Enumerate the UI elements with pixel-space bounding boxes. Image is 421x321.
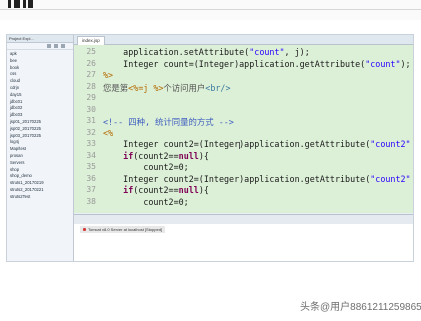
project-item[interactable]: Map/test bbox=[10, 146, 73, 153]
view-menu-icon[interactable] bbox=[61, 44, 65, 48]
project-list: apk bee book css cloud cdrjn day15 jdbc01 jdbc02… bbox=[7, 50, 73, 201]
code-line: <% bbox=[103, 128, 113, 138]
code-token: 个访问用户 bbox=[163, 82, 206, 93]
line-number: 35 bbox=[86, 162, 96, 171]
code-token: (count2== bbox=[133, 150, 179, 161]
project-item[interactable]: day15 bbox=[10, 92, 73, 99]
watermark-text: 头条@用户8861211259865 bbox=[300, 302, 421, 313]
line-number: 32 bbox=[86, 127, 96, 137]
code-token: ); bbox=[400, 58, 411, 69]
collapse-all-icon[interactable] bbox=[47, 44, 51, 48]
code-token: <% bbox=[103, 127, 114, 138]
code-token: <br/> bbox=[205, 82, 231, 93]
project-item[interactable]: shop_demo bbox=[10, 173, 73, 180]
code-line: Integer count=(Integer)application.getAt… bbox=[103, 58, 411, 69]
code-line: if(count2==null){ bbox=[103, 151, 209, 161]
line-number: 38 bbox=[86, 196, 96, 206]
line-number: 28 bbox=[86, 81, 96, 91]
code-line: <!-- 四种, 统计同量的方式 --> bbox=[103, 116, 234, 128]
project-item[interactable]: book bbox=[10, 65, 73, 72]
code-token: count2=0; bbox=[103, 196, 189, 207]
code-token: "count" bbox=[365, 58, 401, 69]
code-line: application.setAttribute("count", j); bbox=[103, 47, 310, 57]
line-number: 30 bbox=[86, 104, 96, 114]
project-item[interactable]: cloud bbox=[10, 78, 73, 85]
line-number: 25 bbox=[86, 47, 96, 56]
code-line: count2=0; bbox=[103, 162, 189, 172]
code-line: if(count2==null){ bbox=[103, 185, 209, 195]
code-editor[interactable]: 25 application.setAttribute("count", j);… bbox=[74, 45, 413, 213]
code-token: (count2== bbox=[133, 185, 179, 195]
code-token: Integer count=(Integer)application.getAt… bbox=[103, 58, 366, 69]
code-token: Integer count2=(Integer)application.getA… bbox=[103, 139, 371, 149]
server-row[interactable]: Tomcat v8.0 Server at localhost [Stopped… bbox=[80, 226, 166, 233]
code-token: "count2" bbox=[370, 139, 411, 149]
server-row-label: Tomcat v8.0 Server at localhost [Stopped… bbox=[88, 227, 163, 232]
project-item[interactable]: jdbc02 bbox=[10, 105, 73, 112]
project-item[interactable]: bee bbox=[10, 58, 73, 65]
code-line: Integer count2=(Integer)application.getA… bbox=[103, 173, 411, 184]
cropped-heading-fragment bbox=[8, 0, 34, 9]
project-item[interactable]: log4j bbox=[10, 139, 73, 146]
line-number: 34 bbox=[86, 150, 96, 160]
code-token: count2=0; bbox=[103, 162, 189, 172]
project-item[interactable]: struts2_20170221 bbox=[10, 187, 73, 194]
browser-top-strip bbox=[0, 0, 421, 20]
project-item[interactable]: jsp01_20170225 bbox=[10, 119, 73, 126]
editor-tab-index-jsp[interactable]: index.jsp bbox=[77, 36, 105, 45]
code-token: ){ bbox=[198, 150, 209, 161]
project-item[interactable]: jsp03_20170225 bbox=[10, 133, 73, 140]
code-line: Integer count2=(Integer)application.getA… bbox=[103, 139, 411, 149]
project-item[interactable]: apk bbox=[10, 51, 73, 58]
line-number: 37 bbox=[86, 185, 96, 194]
code-line: count2=0; bbox=[103, 196, 189, 207]
line-number: 36 bbox=[86, 173, 96, 183]
line-number: 27 bbox=[86, 70, 96, 79]
code-token: "count" bbox=[249, 47, 285, 57]
code-token: <!-- 四种, 统计同量的方式 --> bbox=[103, 117, 234, 127]
code-token: 您是第 bbox=[103, 82, 129, 93]
project-item[interactable]: jsp02_20170225 bbox=[10, 126, 73, 133]
project-explorer-title: Project Expl... bbox=[7, 35, 73, 43]
project-item[interactable]: prosan bbox=[10, 153, 73, 160]
project-item[interactable]: Servers bbox=[10, 160, 73, 167]
project-item[interactable]: struts2Test bbox=[10, 194, 73, 201]
line-number: 33 bbox=[86, 139, 96, 148]
code-token: application.setAttribute( bbox=[103, 47, 250, 57]
server-status-icon bbox=[83, 228, 86, 232]
code-token: , j); bbox=[284, 47, 310, 57]
line-number: 29 bbox=[86, 93, 96, 102]
project-explorer: Project Expl... apk bee book css cloud cdrjn d… bbox=[7, 35, 74, 261]
explorer-toolbar bbox=[7, 43, 73, 50]
code-token: "count2" bbox=[370, 173, 411, 184]
project-item[interactable]: struts1_20170219 bbox=[10, 180, 73, 187]
servers-view: Tomcat v8.0 Server at localhost [Stopped… bbox=[74, 224, 413, 261]
code-token: Integer count2=(Integer)application.getA… bbox=[103, 173, 371, 184]
project-item[interactable]: jdbc03 bbox=[10, 112, 73, 119]
project-item[interactable]: shop bbox=[10, 167, 73, 174]
ide-window: Project Expl... apk bee book css cloud cdrjn d… bbox=[6, 34, 414, 262]
project-item[interactable]: css bbox=[10, 71, 73, 78]
editor-tab-strip: index.jsp bbox=[74, 35, 413, 45]
code-token: <%=j %> bbox=[128, 82, 164, 93]
code-token: null bbox=[178, 150, 199, 161]
line-number: 31 bbox=[86, 116, 96, 125]
link-editor-icon[interactable] bbox=[54, 44, 58, 48]
project-item[interactable]: jdbc01 bbox=[10, 99, 73, 106]
code-token: %> bbox=[103, 70, 114, 80]
project-item[interactable]: cdrjn bbox=[10, 85, 73, 92]
line-number: 26 bbox=[86, 58, 96, 68]
code-token: null bbox=[178, 185, 199, 195]
code-token: ){ bbox=[198, 185, 209, 195]
code-token: if bbox=[123, 185, 134, 195]
code-line: 您是第<%=j %>个访问用户<br/> bbox=[103, 82, 231, 94]
top-divider bbox=[0, 9, 421, 10]
code-token: if bbox=[123, 150, 134, 161]
code-line: %> bbox=[103, 70, 113, 80]
